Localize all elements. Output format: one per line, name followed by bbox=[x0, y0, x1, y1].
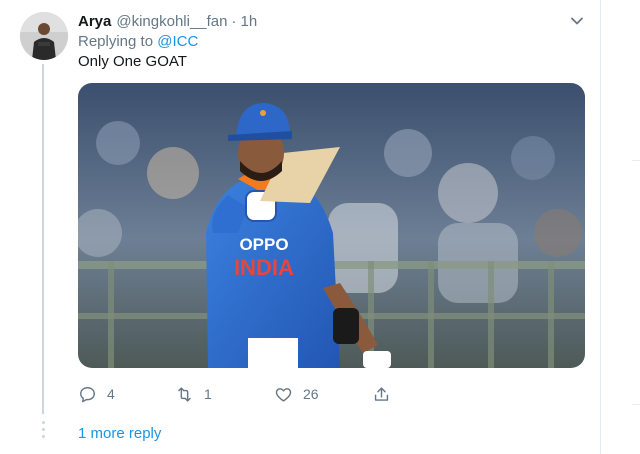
author-name[interactable]: Arya bbox=[78, 13, 111, 30]
sidebar-divider bbox=[632, 404, 640, 405]
separator: · bbox=[231, 12, 237, 30]
thread-dots bbox=[40, 421, 46, 443]
reply-button[interactable]: 4 bbox=[78, 382, 115, 406]
chevron-down-icon[interactable] bbox=[568, 12, 586, 30]
tweet[interactable]: Arya @kingkohli__fan · 1h Replying to @I… bbox=[0, 0, 600, 454]
tweet-text: Only One GOAT bbox=[78, 53, 187, 70]
avatar-image bbox=[20, 12, 68, 60]
timeline-border bbox=[600, 0, 601, 454]
avatar[interactable] bbox=[20, 12, 68, 60]
reply-count: 4 bbox=[107, 386, 115, 402]
tweet-header: Arya @kingkohli__fan · 1h bbox=[78, 11, 257, 31]
replying-to-link[interactable]: @ICC bbox=[157, 33, 198, 50]
jersey-sponsor: OPPO bbox=[239, 235, 288, 254]
share-button[interactable] bbox=[372, 382, 401, 406]
sidebar-divider bbox=[632, 160, 640, 161]
tweet-time[interactable]: 1h bbox=[241, 13, 258, 30]
like-count: 26 bbox=[303, 386, 319, 402]
cricketer-photo: OPPO INDIA bbox=[78, 83, 585, 368]
retweet-button[interactable]: 1 bbox=[175, 382, 212, 406]
thread-line bbox=[42, 64, 44, 414]
retweet-icon bbox=[178, 386, 191, 402]
tweet-photo[interactable]: OPPO INDIA bbox=[78, 83, 585, 368]
more-replies-link[interactable]: 1 more reply bbox=[78, 425, 161, 442]
tweet-actions: 4 1 26 bbox=[78, 382, 498, 406]
like-button[interactable]: 26 bbox=[274, 382, 319, 406]
share-icon bbox=[374, 386, 389, 401]
heart-icon bbox=[275, 387, 292, 402]
reply-icon bbox=[80, 386, 95, 402]
replying-to-label: Replying to bbox=[78, 33, 154, 50]
author-handle[interactable]: @kingkohli__fan bbox=[116, 13, 227, 30]
replying-to: Replying to @ICC bbox=[78, 33, 198, 50]
retweet-count: 1 bbox=[204, 386, 212, 402]
jersey-team: INDIA bbox=[234, 255, 294, 280]
